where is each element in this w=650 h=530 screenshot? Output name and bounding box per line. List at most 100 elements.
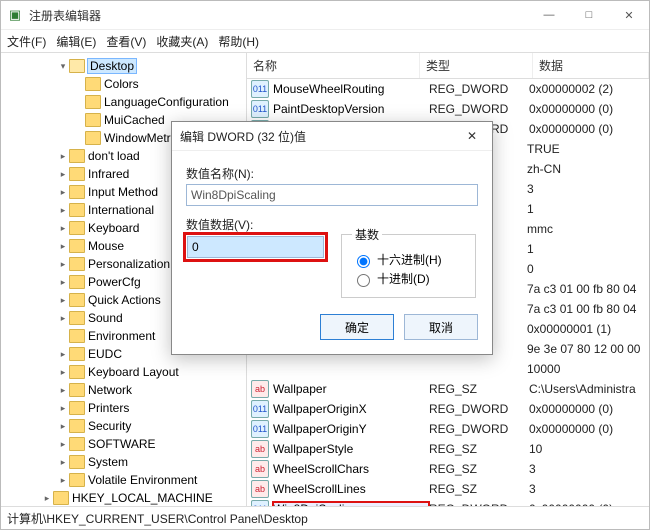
tree-node[interactable]: Colors — [1, 75, 246, 93]
value-data: 7a c3 01 00 fb 80 04 — [527, 302, 649, 316]
value-data: 3 — [529, 482, 649, 496]
folder-icon — [69, 59, 85, 73]
tree-node[interactable]: ▾ Desktop — [1, 57, 246, 75]
string-icon: ab — [251, 480, 269, 498]
tree-node[interactable]: ▸Keyboard Layout — [1, 363, 246, 381]
expander-icon[interactable]: ▸ — [57, 439, 69, 450]
value-data: 0x00000000 (0) — [529, 422, 649, 436]
tree-node[interactable]: ▸Network — [1, 381, 246, 399]
table-row[interactable]: abWallpaperStyleREG_SZ10 — [247, 439, 649, 459]
header-name[interactable]: 名称 — [247, 53, 420, 78]
expander-icon[interactable]: ▸ — [41, 493, 53, 504]
expander-icon[interactable]: ▾ — [57, 61, 69, 72]
dialog-titlebar[interactable]: 编辑 DWORD (32 位)值 ✕ — [172, 122, 492, 151]
window-close-button[interactable]: ✕ — [609, 1, 649, 29]
cancel-button[interactable]: 取消 — [404, 314, 478, 340]
value-field[interactable] — [187, 236, 324, 258]
tree-node[interactable]: LanguageConfiguration — [1, 93, 246, 111]
expander-icon[interactable]: ▸ — [57, 457, 69, 468]
value-type: REG_SZ — [429, 462, 529, 476]
folder-icon — [69, 149, 85, 163]
value-name: WallpaperOriginY — [273, 422, 429, 436]
table-row[interactable]: abWallpaperREG_SZC:\Users\Administra — [247, 379, 649, 399]
folder-icon — [69, 293, 85, 307]
radix-hex-label: 十六进制(H) — [377, 251, 442, 268]
expander-icon[interactable]: ▸ — [57, 223, 69, 234]
app-icon: ▣ — [7, 7, 23, 23]
tree-label: Input Method — [88, 185, 158, 199]
expander-icon[interactable]: ▸ — [57, 295, 69, 306]
table-row[interactable]: abWheelScrollLinesREG_SZ3 — [247, 479, 649, 499]
tree-node[interactable]: ▸Security — [1, 417, 246, 435]
table-row[interactable]: 011MouseWheelRoutingREG_DWORD0x00000002 … — [247, 79, 649, 99]
value-data: 10 — [529, 442, 649, 456]
radix-group: 基数 十六进制(H) 十进制(D) — [341, 226, 476, 298]
tree-label: Desktop — [88, 59, 136, 73]
header-type[interactable]: 类型 — [420, 53, 533, 78]
list-headers[interactable]: 名称 类型 数据 — [247, 53, 649, 79]
expander-icon[interactable]: ▸ — [57, 385, 69, 396]
folder-icon — [69, 347, 85, 361]
window-max-button[interactable]: □ — [569, 1, 609, 29]
name-field[interactable] — [186, 184, 478, 206]
tree-label: don't load — [88, 149, 140, 163]
radix-dec-radio[interactable] — [357, 274, 370, 287]
table-row[interactable]: 011PaintDesktopVersionREG_DWORD0x0000000… — [247, 99, 649, 119]
folder-icon — [53, 491, 69, 505]
expander-icon[interactable]: ▸ — [57, 151, 69, 162]
radix-hex-radio[interactable] — [357, 255, 370, 268]
tree-node[interactable]: ▸Volatile Environment — [1, 471, 246, 489]
tree-node[interactable]: ▸System — [1, 453, 246, 471]
window-min-button[interactable]: — — [529, 1, 569, 29]
tree-label: MuiCached — [104, 113, 165, 127]
expander-icon[interactable]: ▸ — [57, 367, 69, 378]
menu-help[interactable]: 帮助(H) — [218, 33, 259, 50]
value-data: 0x00000002 (2) — [529, 82, 649, 96]
menu-view[interactable]: 查看(V) — [106, 33, 146, 50]
value-name: MouseWheelRouting — [273, 82, 429, 96]
value-type: REG_DWORD — [429, 82, 529, 96]
expander-icon[interactable]: ▸ — [57, 313, 69, 324]
value-data: 0x00000000 (0) — [529, 402, 649, 416]
tree-node[interactable]: ▸HKEY_LOCAL_MACHINE — [1, 489, 246, 506]
expander-icon[interactable]: ▸ — [57, 169, 69, 180]
header-data[interactable]: 数据 — [533, 53, 649, 78]
folder-icon — [69, 455, 85, 469]
dialog-close-button[interactable]: ✕ — [460, 124, 484, 148]
table-row[interactable]: 011WallpaperOriginYREG_DWORD0x00000000 (… — [247, 419, 649, 439]
table-row[interactable]: 011Win8DpiScalingREG_DWORD0x00000000 (0) — [247, 499, 649, 506]
value-type: REG_SZ — [429, 442, 529, 456]
regedit-window: ▣ 注册表编辑器 — □ ✕ 文件(F) 编辑(E) 查看(V) 收藏夹(A) … — [0, 0, 650, 530]
table-row[interactable]: abWheelScrollCharsREG_SZ3 — [247, 459, 649, 479]
tree-label: International — [88, 203, 154, 217]
value-data: 3 — [529, 462, 649, 476]
value-data: 10000 — [527, 362, 649, 376]
menu-favorites[interactable]: 收藏夹(A) — [156, 33, 208, 50]
tree-label: Keyboard — [88, 221, 139, 235]
expander-icon[interactable]: ▸ — [57, 259, 69, 270]
expander-icon[interactable]: ▸ — [57, 187, 69, 198]
ok-button[interactable]: 确定 — [320, 314, 394, 340]
menu-edit[interactable]: 编辑(E) — [56, 33, 96, 50]
tree-label: LanguageConfiguration — [104, 95, 229, 109]
tree-label: Printers — [88, 401, 129, 415]
expander-icon[interactable]: ▸ — [57, 277, 69, 288]
table-row[interactable]: 10000 — [247, 359, 649, 379]
expander-icon[interactable]: ▸ — [57, 421, 69, 432]
tree-node[interactable]: ▸SOFTWARE — [1, 435, 246, 453]
folder-icon — [85, 131, 101, 145]
tree-node[interactable]: ▸ Printers — [1, 399, 246, 417]
value-data: 3 — [527, 182, 649, 196]
expander-icon[interactable]: ▸ — [57, 403, 69, 414]
folder-icon — [85, 77, 101, 91]
value-data: 1 — [527, 202, 649, 216]
tree-label: EUDC — [88, 347, 122, 361]
table-row[interactable]: 011WallpaperOriginXREG_DWORD0x00000000 (… — [247, 399, 649, 419]
expander-icon[interactable]: ▸ — [57, 205, 69, 216]
folder-icon — [69, 257, 85, 271]
menu-file[interactable]: 文件(F) — [7, 33, 46, 50]
expander-icon[interactable]: ▸ — [57, 241, 69, 252]
expander-icon[interactable]: ▸ — [57, 349, 69, 360]
expander-icon[interactable]: ▸ — [57, 475, 69, 486]
folder-icon — [69, 401, 85, 415]
